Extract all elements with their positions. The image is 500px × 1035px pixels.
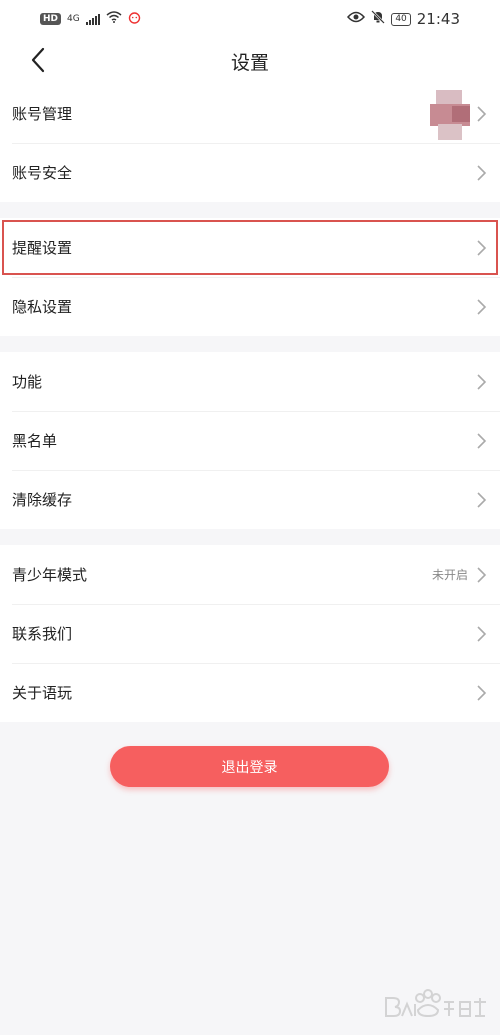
chevron-right-icon [477, 239, 487, 256]
app-notification-icon [128, 11, 141, 28]
hd-badge: HD [40, 13, 62, 25]
battery-icon: 40 [391, 12, 411, 26]
settings-item-account-management[interactable]: 账号管理 [0, 84, 500, 143]
chevron-right-icon [477, 684, 487, 701]
settings-group-about: 青少年模式 未开启 联系我们 关于语玩 [0, 545, 500, 722]
chevron-right-icon [477, 491, 487, 508]
settings-item-functions[interactable]: 功能 [0, 352, 500, 411]
avatar [430, 90, 470, 142]
status-left: HD 4G [40, 11, 141, 28]
chevron-right-icon [477, 625, 487, 642]
settings-item-label: 联系我们 [12, 625, 73, 643]
settings-item-privacy-settings[interactable]: 隐私设置 [0, 277, 500, 336]
chevron-right-icon [477, 566, 487, 583]
bell-off-icon [371, 10, 386, 28]
settings-item-label: 账号安全 [12, 164, 73, 182]
settings-item-label: 清除缓存 [12, 491, 73, 509]
settings-item-label: 账号管理 [12, 105, 73, 123]
settings-item-account-security[interactable]: 账号安全 [0, 143, 500, 202]
chevron-right-icon [477, 105, 487, 122]
settings-item-teen-mode[interactable]: 青少年模式 未开启 [0, 545, 500, 604]
settings-item-label: 黑名单 [12, 432, 58, 450]
nav-bar: 设置 [0, 38, 500, 84]
settings-item-clear-cache[interactable]: 清除缓存 [0, 470, 500, 529]
back-arrow-icon [31, 47, 45, 73]
status-bar: HD 4G 40 21:43 [0, 0, 500, 38]
status-right: 40 21:43 [347, 10, 460, 28]
settings-item-contact-us[interactable]: 联系我们 [0, 604, 500, 663]
chevron-right-icon [477, 298, 487, 315]
settings-group-account: 账号管理 账号安全 [0, 84, 500, 202]
settings-item-label: 青少年模式 [12, 566, 88, 584]
back-button[interactable] [22, 44, 54, 76]
network-type: 4G [67, 14, 80, 24]
settings-group-functions: 功能 黑名单 清除缓存 [0, 352, 500, 529]
logout-button[interactable]: 退出登录 [110, 746, 389, 787]
watermark-logo [385, 989, 486, 1018]
teen-mode-status: 未开启 [431, 568, 468, 582]
signal-icon [85, 13, 100, 25]
settings-item-label: 提醒设置 [12, 239, 73, 257]
chevron-right-icon [477, 432, 487, 449]
wifi-icon [106, 11, 122, 27]
settings-group-notifications: 提醒设置 隐私设置 [0, 218, 500, 336]
clock: 21:43 [416, 10, 460, 28]
settings-item-reminder-settings[interactable]: 提醒设置 [0, 218, 500, 277]
chevron-right-icon [477, 373, 487, 390]
page-title: 设置 [230, 51, 269, 74]
settings-item-label: 关于语玩 [12, 684, 73, 702]
chevron-right-icon [477, 164, 487, 181]
settings-item-label: 功能 [12, 373, 43, 391]
settings-item-about[interactable]: 关于语玩 [0, 663, 500, 722]
eye-icon [347, 11, 366, 27]
settings-item-label: 隐私设置 [12, 298, 73, 316]
settings-item-blacklist[interactable]: 黑名单 [0, 411, 500, 470]
